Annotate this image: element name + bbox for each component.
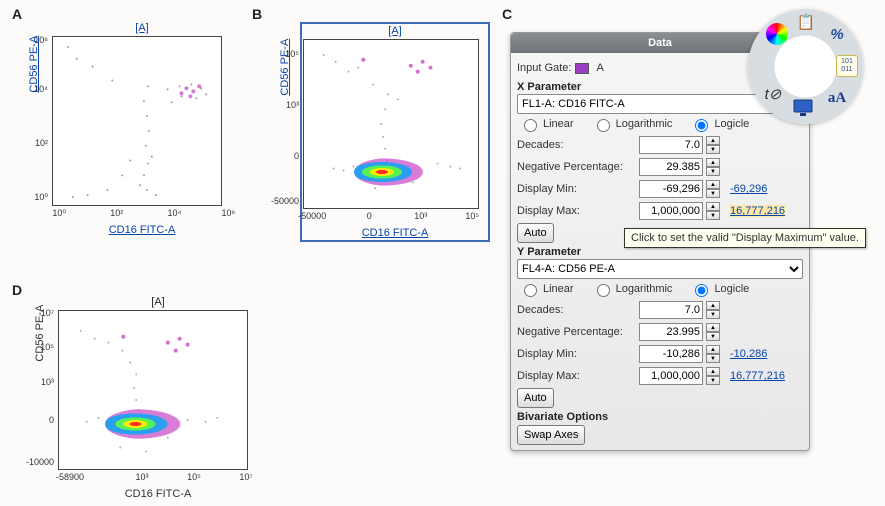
y-decades-up[interactable]: ▲ <box>706 301 720 310</box>
font-icon[interactable]: aA <box>826 87 848 109</box>
monitor-icon[interactable] <box>792 97 814 119</box>
y-log-radio[interactable]: Logarithmic <box>592 281 673 297</box>
plot-a-canvas[interactable] <box>53 37 221 205</box>
bivariate-heading: Bivariate Options <box>517 411 803 423</box>
panel-label-b: B <box>252 6 262 22</box>
y-linear-radio[interactable]: Linear <box>519 281 574 297</box>
x-dispmin-up[interactable]: ▲ <box>706 180 720 189</box>
y-dispmax-label: Display Max: <box>517 370 635 382</box>
binary-icon[interactable]: 101011 <box>836 55 858 77</box>
y-dispmin-label: Display Min: <box>517 348 635 360</box>
plot-d-title: [A] <box>58 296 258 308</box>
y-decades-down[interactable]: ▼ <box>706 310 720 319</box>
y-logicle-radio[interactable]: Logicle <box>690 281 749 297</box>
x-negpct-down[interactable]: ▼ <box>706 167 720 176</box>
percent-icon[interactable]: % <box>826 23 848 45</box>
x-negpct-up[interactable]: ▲ <box>706 158 720 167</box>
plot-a-xaxis-label[interactable]: CD16 FITC-A <box>52 224 232 236</box>
plot-b-title[interactable]: [A] <box>303 25 487 37</box>
x-dispmax-label: Display Max: <box>517 205 635 217</box>
x-log-radio[interactable]: Logarithmic <box>592 116 673 132</box>
plot-d-xticks: -58900 10³ 10⁵ 10⁷ <box>58 472 258 486</box>
x-negpct-label: Negative Percentage: <box>517 161 635 173</box>
swap-axes-button[interactable]: Swap Axes <box>517 425 585 445</box>
x-decades-up[interactable]: ▲ <box>706 136 720 145</box>
tool-donut: 📋 % 101011 aA t⊘ <box>748 9 863 124</box>
y-negpct-up[interactable]: ▲ <box>706 323 720 332</box>
y-negpct-label: Negative Percentage: <box>517 326 635 338</box>
y-auto-button[interactable]: Auto <box>517 388 554 408</box>
y-decades-label: Decades: <box>517 304 635 316</box>
x-decades-label: Decades: <box>517 139 635 151</box>
plot-d-canvas[interactable] <box>59 311 247 469</box>
x-logicle-radio[interactable]: Logicle <box>690 116 749 132</box>
plot-d-yticks: -10000 0 10³ 10⁵ 10⁷ <box>18 310 56 470</box>
clipboard-icon[interactable]: 📋 <box>795 11 817 33</box>
panel-label-d: D <box>12 282 22 298</box>
y-scale-group: Linear Logarithmic Logicle <box>517 279 803 299</box>
y-negpct-input[interactable] <box>639 323 703 341</box>
plot-a-title[interactable]: [A] <box>52 22 232 34</box>
plot-d-xaxis-label: CD16 FITC-A <box>58 488 258 500</box>
x-dispmax-link[interactable]: 16,777,216 <box>730 205 785 217</box>
x-decades-input[interactable] <box>639 136 703 154</box>
y-dispmax-down[interactable]: ▼ <box>706 376 720 385</box>
y-decades-input[interactable] <box>639 301 703 319</box>
gate-color-swatch <box>575 63 589 74</box>
x-dispmin-input[interactable] <box>639 180 703 198</box>
y-dispmin-input[interactable] <box>639 345 703 363</box>
plot-a-yticks: 10⁰ 10² 10⁴ 10⁶ <box>12 36 50 206</box>
y-dispmin-link[interactable]: -10,286 <box>730 348 767 360</box>
plot-b-xaxis-label[interactable]: CD16 FITC-A <box>303 227 487 239</box>
y-dispmin-down[interactable]: ▼ <box>706 354 720 363</box>
panel-title: Data <box>648 37 672 49</box>
panel-label-c: C <box>502 6 512 22</box>
x-dispmin-link[interactable]: -69,296 <box>730 183 767 195</box>
y-negpct-down[interactable]: ▼ <box>706 332 720 341</box>
plot-b-yticks: -50000 0 10³ 10⁵ <box>263 39 301 209</box>
x-negpct-input[interactable] <box>639 158 703 176</box>
color-wheel-icon[interactable] <box>766 23 788 45</box>
y-dispmax-link[interactable]: 16,777,216 <box>730 370 785 382</box>
x-dispmin-down[interactable]: ▼ <box>706 189 720 198</box>
input-gate-value[interactable]: A <box>596 62 603 74</box>
x-dispmax-down[interactable]: ▼ <box>706 211 720 220</box>
x-dispmax-input[interactable] <box>639 202 703 220</box>
y-parameter-select[interactable]: FL4-A: CD56 PE-A <box>517 259 803 279</box>
y-dispmax-input[interactable] <box>639 367 703 385</box>
x-auto-button[interactable]: Auto <box>517 223 554 243</box>
x-decades-down[interactable]: ▼ <box>706 145 720 154</box>
dispmax-tooltip: Click to set the valid "Display Maximum"… <box>624 228 866 248</box>
x-linear-radio[interactable]: Linear <box>519 116 574 132</box>
y-dispmax-up[interactable]: ▲ <box>706 367 720 376</box>
x-dispmax-up[interactable]: ▲ <box>706 202 720 211</box>
y-dispmin-up[interactable]: ▲ <box>706 345 720 354</box>
axes-icon[interactable]: t⊘ <box>762 83 784 105</box>
plot-a-xticks: 10⁰ 10² 10⁴ 10⁶ <box>52 208 232 222</box>
x-dispmin-label: Display Min: <box>517 183 635 195</box>
panel-label-a: A <box>12 6 22 22</box>
input-gate-label: Input Gate: <box>517 62 571 74</box>
plot-b-xticks: -50000 0 10³ 10⁵ <box>303 211 487 225</box>
